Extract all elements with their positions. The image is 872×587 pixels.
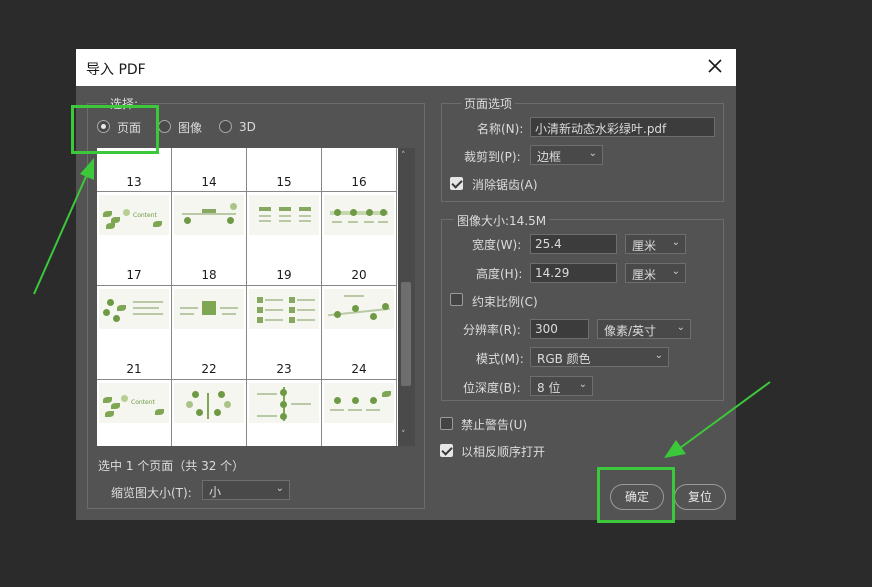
arrow-to-page-option: [33, 158, 94, 295]
annotation-arrows: [33, 158, 771, 458]
arrow-to-ok-button: [664, 381, 771, 458]
